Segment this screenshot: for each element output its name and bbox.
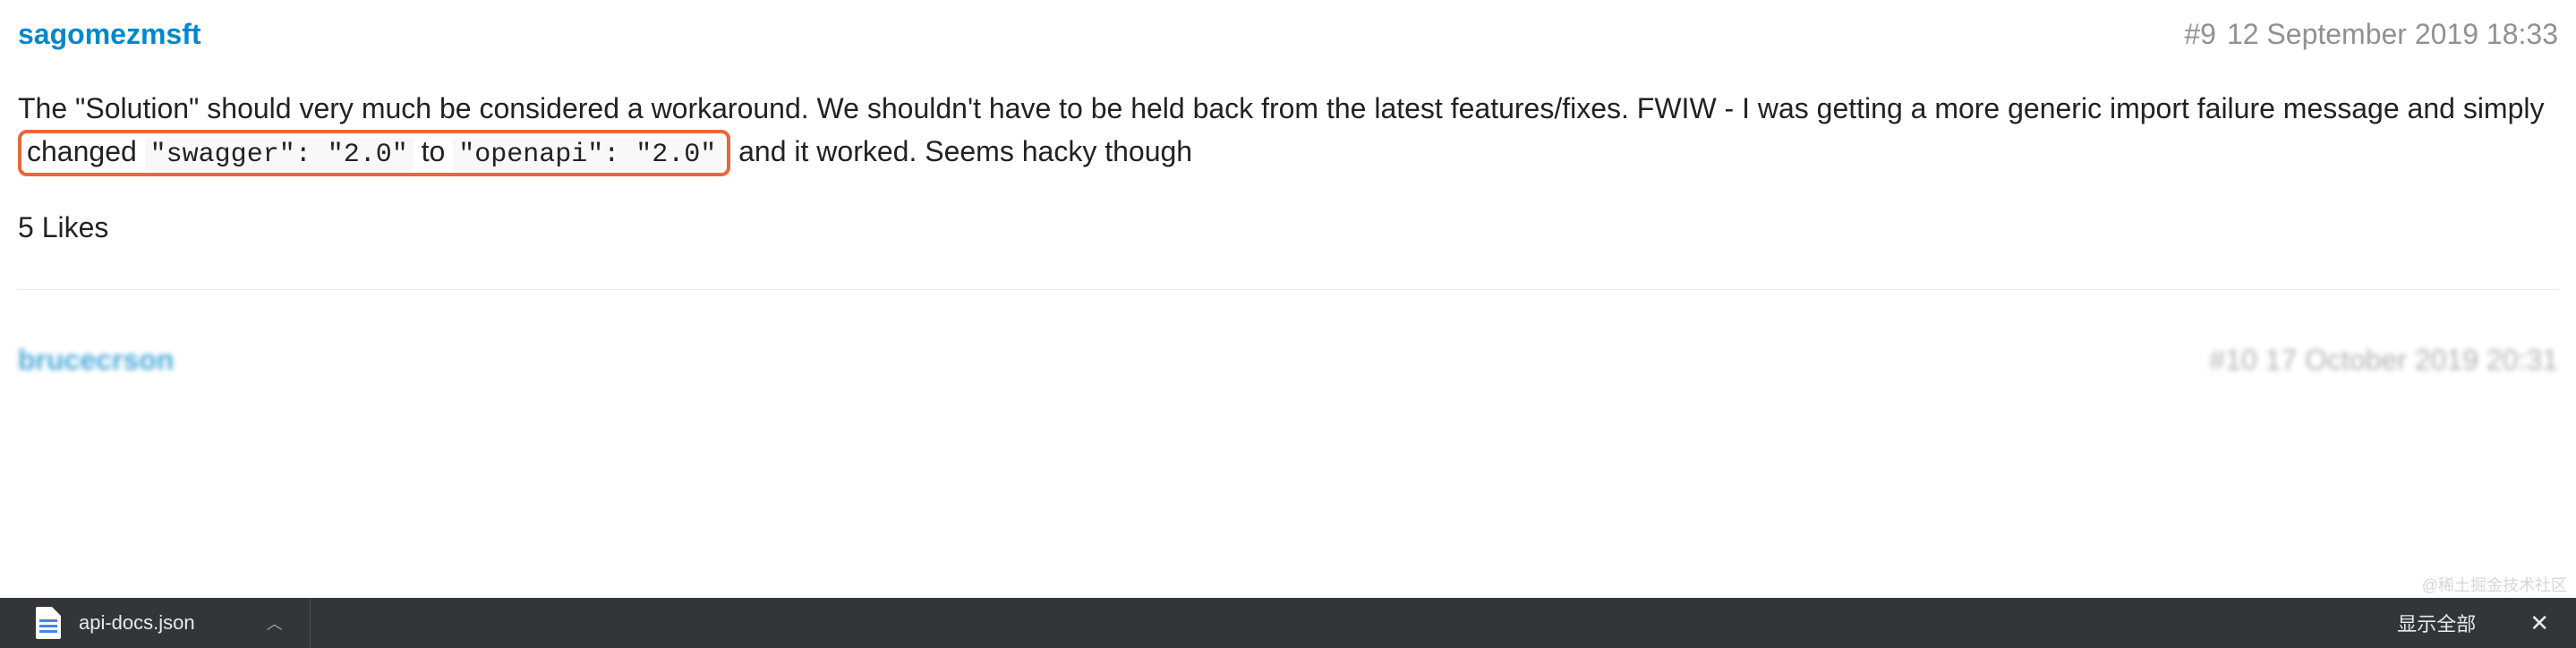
chevron-up-icon[interactable]: ︿ <box>267 611 283 635</box>
next-meta: #10 17 October 2019 20:31 <box>2209 344 2558 377</box>
download-item[interactable]: api-docs.json ︿ <box>0 598 311 648</box>
next-author: brucecrson <box>18 344 174 377</box>
code-openapi: "openapi": "2.0" <box>453 138 721 172</box>
post-number: #9 <box>2184 18 2216 50</box>
code-swagger: "swagger": "2.0" <box>145 138 414 172</box>
body-text-2: and it worked. Seems hacky though <box>730 135 1192 167</box>
post-body: The "Solution" should very much be consi… <box>18 87 2558 175</box>
post-header: sagomezmsft #9 12 September 2019 18:33 <box>18 18 2558 51</box>
show-all-button[interactable]: 显示全部 <box>2370 609 2503 637</box>
download-file-name: api-docs.json <box>79 611 195 635</box>
close-icon[interactable]: ✕ <box>2503 610 2576 637</box>
browser-download-bar: api-docs.json ︿ 显示全部 ✕ <box>0 598 2576 648</box>
post-meta: #9 12 September 2019 18:33 <box>2184 18 2558 51</box>
highlight-mid: to <box>414 135 453 167</box>
highlight-prefix: changed <box>27 135 145 167</box>
highlight-box: changed "swagger": "2.0" to "openapi": "… <box>18 130 730 176</box>
next-post-preview: brucecrson #10 17 October 2019 20:31 <box>0 290 2576 377</box>
likes-count[interactable]: 5 Likes <box>18 211 2558 244</box>
author-link[interactable]: sagomezmsft <box>18 18 201 51</box>
body-text-1: The "Solution" should very much be consi… <box>18 92 2544 124</box>
file-icon <box>36 607 61 639</box>
post-date: 12 September 2019 18:33 <box>2227 18 2558 50</box>
watermark: @稀土掘金技术社区 <box>2422 573 2567 596</box>
forum-post: sagomezmsft #9 12 September 2019 18:33 Th… <box>0 0 2576 244</box>
